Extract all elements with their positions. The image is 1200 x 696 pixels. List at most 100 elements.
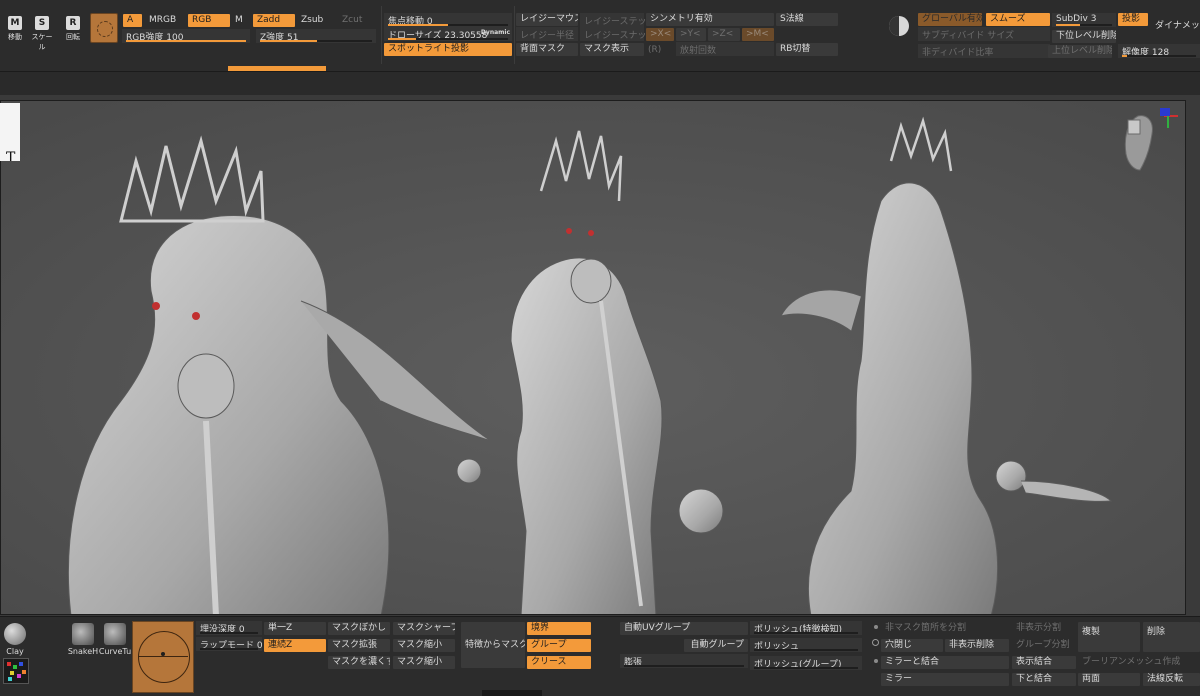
make-boolean-mesh-button[interactable]: ブーリアンメッシュ作成 — [1078, 656, 1200, 669]
a-mode-button[interactable]: A — [123, 14, 142, 27]
crease-toggle[interactable]: クリース — [527, 656, 591, 669]
split-hidden-button[interactable]: 非表示分割 — [1012, 622, 1076, 635]
clay-brush-icon — [4, 623, 26, 645]
mask-shrink-button-2[interactable]: マスク縮小 — [393, 656, 455, 669]
symmetry-enable-button[interactable]: シンメトリ有効 — [646, 13, 774, 26]
mask-view-button[interactable]: マスク表示 — [580, 43, 644, 56]
split-unmasked-indicator — [874, 625, 878, 629]
move-tool-button[interactable]: M 移動 — [2, 16, 28, 46]
project-button[interactable]: 投影 — [1118, 13, 1148, 26]
auto-group-button[interactable]: 自動グループ — [684, 639, 748, 652]
lazy-radius-label: レイジー半径 — [520, 31, 575, 41]
group-toggle[interactable]: グループ — [527, 639, 591, 652]
focal-shift-fill — [388, 24, 448, 26]
double-sided-button[interactable]: 両面 — [1078, 673, 1140, 686]
stroke-center-dot — [161, 652, 165, 656]
scale-tool-label: スケール — [31, 33, 53, 51]
single-z-button[interactable]: 単一Z — [264, 622, 326, 635]
texture-swatch-button[interactable] — [3, 658, 29, 684]
stroke-preview-button[interactable] — [132, 621, 194, 693]
resolution-slider[interactable]: 解像度 128 — [1118, 44, 1200, 58]
mirror-weld-button[interactable]: ミラーと結合 — [881, 656, 1009, 669]
scale-tool-button[interactable]: S スケール — [29, 16, 55, 51]
sym-y-button[interactable]: >Y< — [676, 28, 706, 41]
smooth-button[interactable]: スムーズ — [986, 13, 1050, 26]
mask-blur-button[interactable]: マスクぼかし — [328, 622, 390, 635]
navigation-gizmo[interactable] — [1116, 108, 1186, 183]
yin-yang-icon[interactable] — [889, 16, 909, 36]
mirror-button[interactable]: ミラー — [881, 673, 1009, 686]
mask-shrink-button[interactable]: マスク縮小 — [393, 639, 455, 652]
delete-lower-button[interactable]: 下位レベル削除 — [1052, 30, 1116, 43]
mrgb-button[interactable]: MRGB — [145, 14, 185, 27]
rgb-intensity-fill — [126, 40, 246, 42]
mask-by-feature-button[interactable]: 特徴からマスク — [461, 622, 525, 668]
polish-slider[interactable]: ポリッシュ — [750, 638, 862, 652]
zsub-button[interactable]: Zsub — [297, 14, 335, 27]
inflate-slider[interactable]: 膨張 — [620, 654, 748, 668]
mask-sharpen-button[interactable]: マスクシャープ — [393, 622, 455, 635]
subdiv-slider[interactable]: SubDiv 3 — [1052, 13, 1116, 27]
brush-curvetube-label: CurveTu — [98, 647, 132, 656]
scale-icon: S — [35, 16, 49, 30]
polish-feature-slider[interactable]: ポリッシュ(特徴検知) — [750, 621, 862, 635]
mask-darken-button[interactable]: マスクを濃くする — [328, 656, 390, 669]
radial-count-label: 放射回数 — [680, 46, 717, 56]
group-split-button[interactable]: グループ分割 — [1012, 639, 1076, 652]
border-toggle[interactable]: 境界 — [527, 622, 591, 635]
rgb-intensity-slider[interactable]: RGB強度 100 — [122, 29, 250, 43]
lazy-snap-slider[interactable]: レイジースナップ — [580, 27, 656, 41]
auto-uv-group-button[interactable]: 自動UVグループ — [620, 622, 748, 635]
delete-hidden-button[interactable]: 非表示削除 — [945, 639, 1009, 652]
rotate-tool-button[interactable]: R 回転 — [60, 16, 86, 46]
snakehook-brush-icon — [72, 623, 94, 645]
backface-mask-button[interactable]: 背面マスク — [516, 43, 578, 56]
brush-clay[interactable]: Clay — [0, 623, 30, 656]
zadd-button[interactable]: Zadd — [253, 14, 295, 27]
delete-button[interactable]: 削除 — [1143, 622, 1200, 652]
embed-depth-slider[interactable]: 埋没深度 0 — [196, 621, 262, 635]
sym-x-button[interactable]: >X< — [646, 28, 674, 41]
merge-visible-button[interactable]: 表示結合 — [1012, 656, 1076, 669]
tray-toggle-tab[interactable] — [482, 690, 542, 696]
move-icon: M — [8, 16, 22, 30]
lazy-mouse-button[interactable]: レイジーマウス — [516, 13, 578, 26]
m-button[interactable]: M — [231, 14, 249, 27]
split-unmasked-button[interactable]: 非マスク箇所を分割 — [881, 622, 1009, 635]
wrap-mode-slider[interactable]: ラップモード 0 — [196, 637, 263, 651]
rgb-button[interactable]: RGB — [188, 14, 230, 27]
lazy-radius-slider[interactable]: レイジー半径 — [516, 27, 578, 41]
z-intensity-slider[interactable]: Z強度 51 — [256, 29, 376, 43]
duplicate-button[interactable]: 複製 — [1078, 622, 1140, 652]
radial-count-slider[interactable]: 放射回数 — [676, 42, 774, 56]
dynamic-toggle[interactable]: Dynamic — [481, 29, 510, 36]
brush-snakehook[interactable]: SnakeH — [66, 623, 100, 656]
sculpt-viewport[interactable] — [0, 100, 1186, 615]
rb-toggle-button[interactable]: RB切替 — [776, 43, 838, 56]
mask-grow-button[interactable]: マスク拡張 — [328, 639, 390, 652]
close-holes-button[interactable]: 穴閉じ — [881, 639, 943, 652]
subdiv-size-label: サブディバイド サイズ — [922, 31, 1014, 41]
subdiv-label: SubDiv 3 — [1056, 14, 1097, 24]
material-swatch-button[interactable] — [90, 13, 118, 43]
spotlight-projection-button[interactable]: スポットライト投影 — [384, 43, 512, 56]
sym-m-button[interactable]: >M< — [742, 28, 774, 41]
draw-size-slider[interactable]: ドローサイズ 23.30558 Dynamic — [384, 27, 512, 41]
rotate-tool-label: 回転 — [66, 33, 80, 41]
global-enable-button[interactable]: グローバル有効 — [918, 13, 982, 26]
dynamesh-button[interactable]: ダイナメッシュ — [1151, 20, 1200, 33]
brush-curvetube[interactable]: CurveTu — [98, 623, 132, 656]
flip-normals-button[interactable]: 法線反転 — [1143, 673, 1200, 686]
merge-down-button[interactable]: 下と結合 — [1012, 673, 1076, 686]
zcut-button[interactable]: Zcut — [338, 14, 372, 27]
delete-higher-button[interactable]: 上位レベル削除 — [1048, 45, 1112, 58]
polish-group-slider[interactable]: ポリッシュ(グループ) — [750, 656, 862, 670]
close-holes-radio[interactable] — [872, 639, 879, 646]
sym-z-button[interactable]: >Z< — [708, 28, 740, 41]
lazy-step-slider[interactable]: レイジーステップ — [580, 13, 656, 27]
subdiv-size-slider[interactable]: サブディバイド サイズ — [918, 27, 1050, 41]
focal-shift-slider[interactable]: 焦点移動 0 — [384, 13, 512, 27]
subdiv-ratio-slider[interactable]: 非ディバイド比率 — [918, 44, 1050, 58]
s-normal-button[interactable]: S法線 — [776, 13, 838, 26]
continuous-z-button[interactable]: 連続Z — [264, 639, 326, 652]
